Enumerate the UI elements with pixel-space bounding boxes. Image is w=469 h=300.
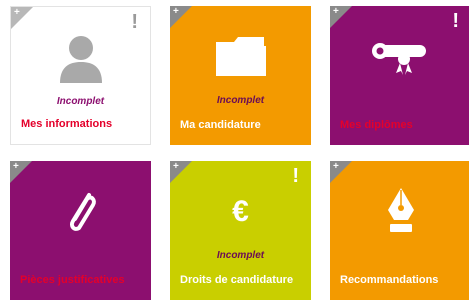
alert-icon: ! (131, 11, 138, 33)
euro-icon: € (170, 185, 311, 239)
plus-icon: + (333, 161, 339, 172)
tile-label: Pièces justificatives (20, 274, 125, 286)
tile-label: Mes informations (21, 118, 113, 130)
user-icon (11, 31, 150, 85)
tile-pieces-justificatives[interactable]: + Pièces justificatives (10, 161, 151, 300)
tile-droits-de-candidature[interactable]: + ! € Incomplet Droits de candidature (170, 161, 311, 300)
diploma-icon (330, 30, 469, 84)
status-text: Incomplet (216, 95, 265, 106)
plus-icon: + (173, 6, 179, 17)
alert-icon: ! (292, 165, 299, 187)
tile-recommandations[interactable]: + Recommandations (330, 161, 469, 300)
alert-icon: ! (452, 10, 459, 32)
status-text: Incomplet (56, 96, 105, 107)
plus-icon: + (173, 161, 179, 172)
plus-icon: + (13, 161, 19, 172)
folder-icon (170, 30, 311, 84)
tile-label: Recommandations (340, 274, 439, 286)
tile-mes-diplomes[interactable]: + ! Mes diplômes (330, 6, 469, 145)
plus-icon: + (14, 7, 20, 18)
tile-mes-informations[interactable]: + ! Incomplet Mes informations (10, 6, 151, 145)
tile-label: Mes diplômes (340, 119, 413, 131)
tile-ma-candidature[interactable]: + Incomplet Ma candidature (170, 6, 311, 145)
paperclip-icon (10, 185, 151, 239)
pen-nib-icon (330, 185, 469, 239)
euro-glyph: € (232, 195, 249, 228)
plus-icon: + (333, 6, 339, 17)
tile-label: Ma candidature (180, 119, 261, 131)
tile-label: Droits de candidature (180, 274, 294, 286)
status-text: Incomplet (216, 250, 265, 261)
